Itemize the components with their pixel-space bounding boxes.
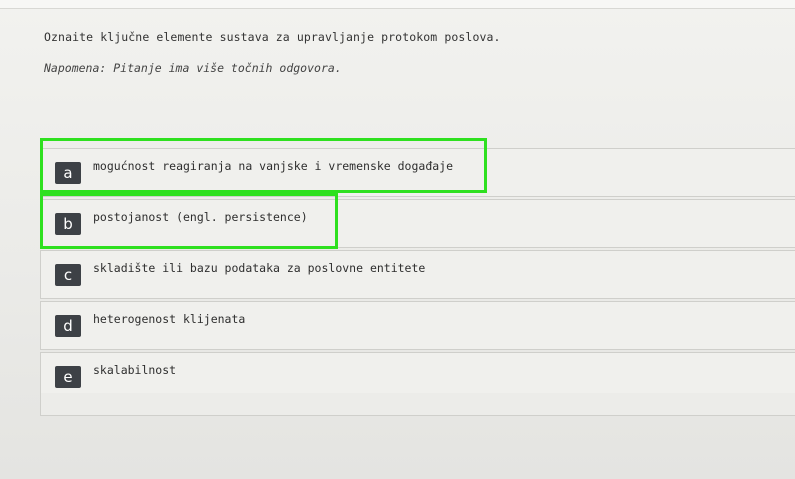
answer-list-footer [40, 393, 795, 416]
question-note: Napomena: Pitanje ima više točnih odgovo… [44, 61, 342, 75]
answer-option-a[interactable]: a mogućnost reagiranja na vanjske i vrem… [40, 148, 795, 197]
answer-option-c[interactable]: c skladište ili bazu podataka za poslovn… [40, 250, 795, 299]
answer-letter-c: c [55, 264, 81, 286]
answer-letter-e: e [55, 366, 81, 388]
answer-letter-d: d [55, 315, 81, 337]
answer-option-d[interactable]: d heterogenost klijenata [40, 301, 795, 350]
answer-text-c: skladište ili bazu podataka za poslovne … [93, 261, 426, 275]
answer-text-e: skalabilnost [93, 363, 177, 377]
question-text: Oznaite ključne elemente sustava za upra… [44, 30, 501, 44]
answer-text-b: postojanost (engl. persistence) [93, 210, 308, 224]
top-band [0, 0, 795, 9]
quiz-page: Oznaite ključne elemente sustava za upra… [0, 0, 795, 479]
answer-list: a mogućnost reagiranja na vanjske i vrem… [40, 148, 795, 403]
answer-letter-a: a [55, 162, 81, 184]
answer-option-b[interactable]: b postojanost (engl. persistence) [40, 199, 795, 248]
answer-text-a: mogućnost reagiranja na vanjske i vremen… [93, 159, 454, 173]
answer-text-d: heterogenost klijenata [93, 312, 246, 326]
answer-letter-b: b [55, 213, 81, 235]
